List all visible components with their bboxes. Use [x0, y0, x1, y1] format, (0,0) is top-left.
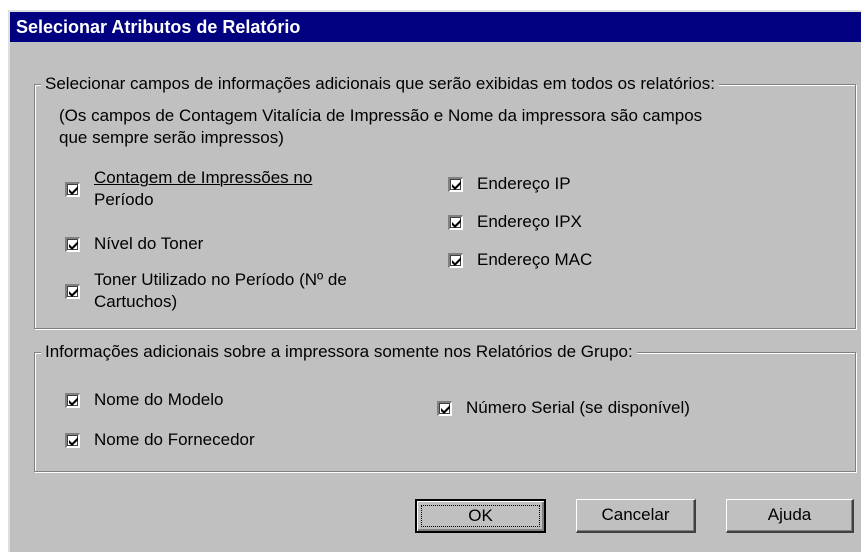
- ok-button[interactable]: OK: [415, 499, 546, 533]
- report-attributes-dialog: Selecionar Atributos de Relatório Seleci…: [8, 10, 861, 552]
- all-reports-fields-group: Selecionar campos de informações adicion…: [34, 73, 856, 329]
- checkmark-icon: [69, 241, 78, 250]
- always-printed-note-line1: (Os campos de Contagem Vitalícia de Impr…: [59, 106, 703, 125]
- checkmark-icon: [69, 397, 78, 406]
- checkbox-label: Toner Utilizado no Período (Nº de Cartuc…: [94, 269, 347, 313]
- toner-used-label-line1: Toner Utilizado no Período (Nº de: [94, 270, 347, 289]
- checkbox-box[interactable]: [448, 177, 463, 192]
- ip-address-label: Endereço IP: [477, 174, 571, 193]
- checkmark-icon: [69, 437, 78, 446]
- checkbox-box[interactable]: [448, 253, 463, 268]
- always-printed-note-line2: que sempre serão impressos): [59, 128, 284, 147]
- checkbox-period-print-count[interactable]: Contagem de Impressões no Período: [65, 167, 312, 211]
- checkbox-box[interactable]: [65, 182, 80, 197]
- checkbox-toner-used-period[interactable]: Toner Utilizado no Período (Nº de Cartuc…: [65, 269, 347, 313]
- checkbox-model-name[interactable]: Nome do Modelo: [65, 389, 223, 411]
- checkbox-ipx-address[interactable]: Endereço IPX: [448, 211, 582, 233]
- checkbox-ip-address[interactable]: Endereço IP: [448, 173, 571, 195]
- checkbox-toner-level[interactable]: Nível do Toner: [65, 233, 203, 255]
- group-reports-printer-info-group: Informações adicionais sobre a impressor…: [34, 341, 856, 472]
- checkmark-icon: [69, 288, 78, 297]
- checkbox-serial-number[interactable]: Número Serial (se disponível): [437, 397, 690, 419]
- cancel-button-label: Cancelar: [601, 505, 670, 524]
- mac-address-label: Endereço MAC: [477, 250, 593, 269]
- checkmark-icon: [452, 257, 461, 266]
- checkbox-box[interactable]: [65, 284, 80, 299]
- cancel-button[interactable]: Cancelar: [576, 499, 696, 533]
- toner-level-label: Nível do Toner: [94, 234, 204, 253]
- checkbox-mac-address[interactable]: Endereço MAC: [448, 249, 592, 271]
- checkmark-icon: [452, 181, 461, 190]
- checkmark-icon: [69, 186, 78, 195]
- checkbox-label: Contagem de Impressões no Período: [94, 167, 312, 211]
- checkmark-icon: [452, 219, 461, 228]
- checkbox-box[interactable]: [448, 215, 463, 230]
- ok-button-label: OK: [468, 506, 493, 525]
- help-button[interactable]: Ajuda: [726, 499, 854, 533]
- ipx-address-label: Endereço IPX: [477, 212, 582, 231]
- vendor-name-label: Nome do Fornecedor: [94, 430, 255, 449]
- checkbox-box[interactable]: [65, 393, 80, 408]
- period-print-count-label-line1: Contagem de Impressões no: [94, 168, 313, 187]
- dialog-title: Selecionar Atributos de Relatório: [10, 12, 861, 42]
- checkbox-box[interactable]: [437, 401, 452, 416]
- serial-number-label: Número Serial (se disponível): [466, 398, 690, 417]
- group-reports-printer-info-legend: Informações adicionais sobre a impressor…: [41, 341, 637, 363]
- model-name-label: Nome do Modelo: [94, 390, 224, 409]
- checkbox-box[interactable]: [65, 433, 80, 448]
- checkbox-box[interactable]: [65, 237, 80, 252]
- help-button-label: Ajuda: [767, 505, 812, 524]
- checkmark-icon: [441, 405, 450, 414]
- toner-used-label-line2: Cartuchos): [94, 292, 178, 311]
- all-reports-fields-legend: Selecionar campos de informações adicion…: [41, 73, 719, 95]
- checkbox-vendor-name[interactable]: Nome do Fornecedor: [65, 429, 255, 451]
- period-print-count-label-line2: Período: [94, 190, 154, 209]
